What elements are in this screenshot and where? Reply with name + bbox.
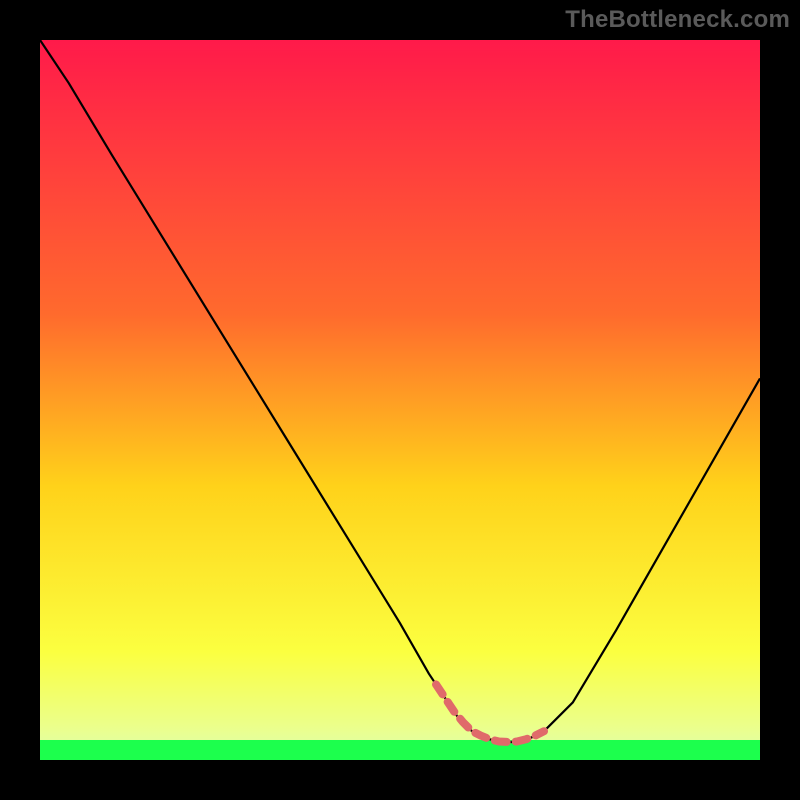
- gradient-background: [40, 40, 760, 760]
- chart-svg: [40, 40, 760, 760]
- watermark: TheBottleneck.com: [565, 6, 790, 34]
- plot-area: [40, 40, 760, 760]
- green-band: [40, 740, 760, 760]
- chart-frame: TheBottleneck.com: [0, 0, 800, 800]
